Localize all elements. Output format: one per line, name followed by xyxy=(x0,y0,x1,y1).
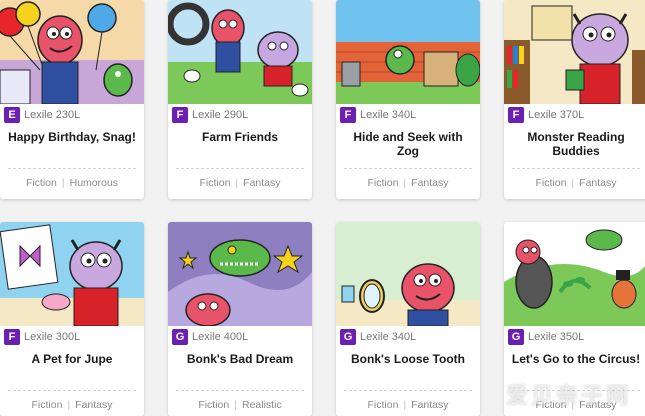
genre-tag: Fiction xyxy=(199,177,231,189)
level-badge: E xyxy=(4,107,20,123)
book-cover-illustration xyxy=(336,0,480,104)
book-card[interactable]: F Lexile 370L Monster Reading Buddies Fi… xyxy=(504,0,645,199)
genre-separator: | xyxy=(571,399,575,411)
genre-tag: Fiction xyxy=(367,177,399,189)
level-badge: G xyxy=(508,329,524,345)
genre-separator: | xyxy=(67,399,71,411)
lexile-label: Lexile 300L xyxy=(24,331,81,343)
book-title[interactable]: Bonk's Bad Dream xyxy=(168,348,312,390)
genre-tag: Fiction xyxy=(535,177,567,189)
genre-tag: Fantasy xyxy=(243,177,281,189)
genre-tags: Fiction | Fantasy xyxy=(336,169,480,197)
genre-separator: | xyxy=(403,177,407,189)
book-cover[interactable] xyxy=(336,0,480,104)
lexile-label: Lexile 400L xyxy=(192,331,249,343)
level-badge: F xyxy=(172,107,188,123)
book-cover[interactable] xyxy=(504,0,645,104)
book-cover-illustration xyxy=(0,222,144,326)
genre-tag: Fantasy xyxy=(579,177,617,189)
level-row: F Lexile 300L xyxy=(0,326,144,348)
genre-tag: Fantasy xyxy=(579,399,617,411)
book-card[interactable]: G Lexile 400L Bonk's Bad Dream Fiction |… xyxy=(168,222,312,416)
genre-tag: Fantasy xyxy=(411,399,449,411)
genre-separator: | xyxy=(403,399,407,411)
book-title[interactable]: Monster Reading Buddies xyxy=(504,126,645,168)
book-card[interactable]: F Lexile 290L Farm Friends Fiction | Fan… xyxy=(168,0,312,199)
genre-tags: Fiction | Humorous xyxy=(0,169,144,197)
genre-tag: Fantasy xyxy=(75,399,113,411)
lexile-label: Lexile 340L xyxy=(360,109,417,121)
genre-separator: | xyxy=(571,177,575,189)
level-badge: F xyxy=(340,107,356,123)
level-row: E Lexile 230L xyxy=(0,104,144,126)
level-badge: G xyxy=(340,329,356,345)
book-title[interactable]: A Pet for Jupe xyxy=(0,348,144,390)
genre-tag: Humorous xyxy=(69,177,119,189)
book-card[interactable]: G Lexile 340L Bonk's Loose Tooth Fiction… xyxy=(336,222,480,416)
book-grid: E Lexile 230L Happy Birthday, Snag! Fict… xyxy=(0,0,645,416)
book-title[interactable]: Bonk's Loose Tooth xyxy=(336,348,480,390)
level-row: G Lexile 340L xyxy=(336,326,480,348)
lexile-label: Lexile 370L xyxy=(528,109,585,121)
level-badge: G xyxy=(172,329,188,345)
book-title[interactable]: Hide and Seek with Zog xyxy=(336,126,480,168)
genre-separator: | xyxy=(234,399,237,411)
level-row: F Lexile 290L xyxy=(168,104,312,126)
level-row: G Lexile 400L xyxy=(168,326,312,348)
lexile-label: Lexile 290L xyxy=(192,109,249,121)
book-cover[interactable] xyxy=(168,222,312,326)
book-cover-illustration xyxy=(168,222,312,326)
book-cover[interactable] xyxy=(336,222,480,326)
genre-tag: Fiction xyxy=(31,399,63,411)
book-card[interactable]: E Lexile 230L Happy Birthday, Snag! Fict… xyxy=(0,0,144,199)
book-cover-illustration xyxy=(336,222,480,326)
book-title[interactable]: Farm Friends xyxy=(168,126,312,168)
lexile-label: Lexile 340L xyxy=(360,331,417,343)
genre-tag: Realistic xyxy=(241,399,282,411)
book-cover[interactable] xyxy=(504,222,645,326)
level-row: G Lexile 350L xyxy=(504,326,645,348)
book-cover-illustration xyxy=(168,0,312,104)
book-cover-illustration xyxy=(504,222,645,326)
book-card[interactable]: F Lexile 340L Hide and Seek with Zog Fic… xyxy=(336,0,480,199)
genre-tags: Fiction | Fantasy xyxy=(504,169,645,197)
genre-tags: Fiction | Fantasy xyxy=(0,391,144,416)
genre-tags: Fiction | Realistic xyxy=(168,391,312,416)
level-badge: F xyxy=(508,107,524,123)
book-title[interactable]: Happy Birthday, Snag! xyxy=(0,126,144,168)
genre-tag: Fiction xyxy=(25,177,57,189)
level-badge: F xyxy=(4,329,20,345)
genre-separator: | xyxy=(61,177,65,189)
genre-tag: Fiction xyxy=(198,399,230,411)
genre-separator: | xyxy=(235,177,239,189)
book-card[interactable]: G Lexile 350L Let's Go to the Circus! Fi… xyxy=(504,222,645,416)
genre-tag: Fantasy xyxy=(411,177,449,189)
genre-tags: Fiction | Fantasy xyxy=(504,391,645,416)
book-cover[interactable] xyxy=(168,0,312,104)
level-row: F Lexile 340L xyxy=(336,104,480,126)
book-cover-illustration xyxy=(504,0,645,104)
genre-tag: Fiction xyxy=(367,399,399,411)
book-cover[interactable] xyxy=(0,222,144,326)
lexile-label: Lexile 350L xyxy=(528,331,585,343)
book-cover[interactable] xyxy=(0,0,144,104)
level-row: F Lexile 370L xyxy=(504,104,645,126)
book-card[interactable]: F Lexile 300L A Pet for Jupe Fiction | F… xyxy=(0,222,144,416)
book-title[interactable]: Let's Go to the Circus! xyxy=(504,348,645,390)
lexile-label: Lexile 230L xyxy=(24,109,81,121)
genre-tags: Fiction | Fantasy xyxy=(336,391,480,416)
book-cover-illustration xyxy=(0,0,144,104)
genre-tags: Fiction | Fantasy xyxy=(168,169,312,197)
genre-tag: Fiction xyxy=(535,399,567,411)
